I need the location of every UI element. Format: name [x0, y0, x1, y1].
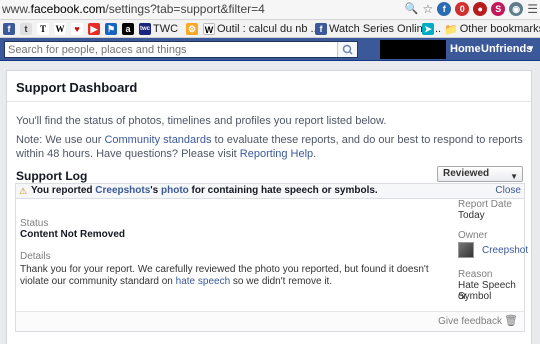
menu-icon[interactable]: ☰ — [527, 2, 538, 16]
bookmark-abc[interactable]: a — [122, 22, 134, 36]
status-value: Content Not Removed — [20, 229, 125, 240]
flag-icon: ⚑ — [105, 23, 117, 35]
bookmark-flag[interactable]: ⚑ — [105, 22, 117, 36]
heart-icon: ♥ — [71, 23, 83, 35]
note-pre: Note: We use our — [16, 134, 105, 146]
lastpass-icon[interactable]: ● — [473, 2, 488, 16]
note-text: Note: We use our Community standards to … — [16, 133, 526, 161]
s-icon[interactable]: S — [491, 2, 506, 16]
report-msg-pre: You reported — [31, 185, 96, 196]
owner-link[interactable]: Creepshots — [95, 185, 150, 196]
address-bar[interactable]: www.facebook.com/settings?tab=support&fi… — [0, 0, 540, 20]
report-details: Status Content Not Removed Details Thank… — [15, 199, 528, 332]
extension-toolbar: 🔍 ☆ f 0 ● S ◉ ☰ — [405, 2, 538, 16]
wiki-icon: W — [54, 23, 66, 35]
close-link[interactable]: Close — [495, 185, 521, 196]
star-icon[interactable]: ☆ — [422, 2, 433, 16]
w-icon: W — [203, 23, 215, 35]
reason-label: Reason — [458, 269, 493, 280]
url-host: facebook.com — [30, 2, 106, 16]
avatar[interactable] — [458, 242, 474, 258]
reporting-help-link[interactable]: Reporting Help — [240, 148, 313, 160]
extension-icon[interactable]: f — [437, 2, 452, 16]
t-icon: t — [20, 23, 32, 35]
bookmark-nyt[interactable]: T — [37, 22, 49, 36]
bookmark-label: Outil : calcul du nb ... — [217, 23, 320, 35]
url-path: /settings?tab=support&filter=4 — [105, 2, 265, 16]
support-dashboard-panel: Support Dashboard You'll find the status… — [6, 70, 532, 344]
search-button[interactable] — [337, 42, 357, 57]
community-standards-link[interactable]: Community standards — [104, 134, 211, 146]
facebook-header: Home Unfriends ▼ — [0, 38, 540, 61]
bookmark-t[interactable]: t — [20, 22, 32, 36]
reason-value-line2: Symbol — [458, 291, 492, 302]
search-icon — [342, 44, 353, 55]
bookmark-twc[interactable]: twc TWC — [139, 22, 178, 36]
photo-link[interactable]: photo — [161, 185, 189, 196]
warning-icon: ⚠ — [19, 186, 28, 196]
status-label: Status — [20, 218, 49, 229]
note-end: . — [313, 148, 317, 160]
nyt-icon: T — [37, 23, 49, 35]
details-label: Details — [20, 251, 51, 262]
main-content: Support Dashboard You'll find the status… — [0, 62, 540, 344]
unfriends-link[interactable]: Unfriends — [481, 43, 532, 55]
account-menu-chevron-icon[interactable]: ▼ — [527, 44, 535, 53]
bookmark-gear[interactable]: ⚙ — [186, 22, 198, 36]
bookmark-label: TWC — [153, 23, 179, 35]
details-end: so we didn't remove it. — [230, 276, 333, 287]
bookmarks-bar: f t T W ♥ ▶ ⚑ a twc TWC ⚙ W Outil : calcul… — [0, 20, 540, 38]
youtube-icon: ▶ — [88, 23, 100, 35]
eye-icon[interactable]: ◉ — [509, 2, 524, 16]
bookmark-arrow[interactable]: ➤ — [422, 22, 434, 36]
other-bookmarks[interactable]: 📁 Other bookmarks — [444, 22, 540, 36]
report-msg-mid: 's — [150, 185, 161, 196]
support-log-title: Support Log — [16, 169, 88, 183]
other-bookmarks-label: Other bookmarks — [459, 23, 540, 35]
folder-icon: 📁 — [444, 23, 458, 36]
fb-icon: f — [315, 23, 327, 35]
details-text: Thank you for your report. We carefully … — [20, 264, 430, 288]
report-date-label: Report Date — [458, 199, 512, 210]
arrow-icon: ➤ — [422, 23, 434, 35]
home-link[interactable]: Home — [450, 43, 481, 55]
report-date-value: Today — [458, 210, 485, 221]
give-feedback-link[interactable]: Give feedback — [438, 316, 502, 327]
twc-icon: twc — [139, 23, 151, 35]
page-title: Support Dashboard — [16, 80, 138, 95]
chevron-down-icon: ▼ — [510, 172, 518, 181]
bookmark-facebook[interactable]: f — [3, 22, 15, 36]
report-message: You reported Creepshots's photo for cont… — [31, 185, 378, 196]
trash-icon[interactable]: 🗑 — [504, 314, 518, 327]
url-prefix: www. — [2, 2, 31, 16]
hate-speech-link[interactable]: hate speech — [176, 276, 231, 287]
bookmark-youtube[interactable]: ▶ — [88, 22, 100, 36]
block-icon[interactable]: 0 — [455, 2, 470, 16]
abc-icon: a — [122, 23, 134, 35]
bookmark-heart[interactable]: ♥ — [71, 22, 83, 36]
profile-name-redacted[interactable] — [380, 40, 446, 59]
fb-icon: f — [3, 23, 15, 35]
search-input[interactable] — [5, 42, 357, 57]
bookmark-wiki[interactable]: W — [54, 22, 66, 36]
report-footer: Give feedback 🗑 — [16, 311, 524, 331]
bookmark-outil[interactable]: W Outil : calcul du nb ... — [203, 22, 320, 36]
owner-name-link[interactable]: Creepshot — [482, 245, 528, 256]
gear-icon: ⚙ — [186, 23, 198, 35]
owner-label: Owner — [458, 230, 488, 241]
report-header[interactable]: ⚠ You reported Creepshots's photo for co… — [15, 183, 525, 199]
intro-text: You'll find the status of photos, timeli… — [16, 115, 387, 127]
reviewed-reports-dropdown[interactable]: Reviewed Reports▼ — [437, 166, 523, 193]
report-msg-end: for containing hate speech or symbols. — [188, 185, 378, 196]
search-icon[interactable]: 🔍 — [405, 2, 419, 16]
divider — [7, 101, 531, 102]
url-text[interactable]: www.facebook.com/settings?tab=support&fi… — [2, 2, 265, 16]
search-box — [4, 41, 358, 58]
